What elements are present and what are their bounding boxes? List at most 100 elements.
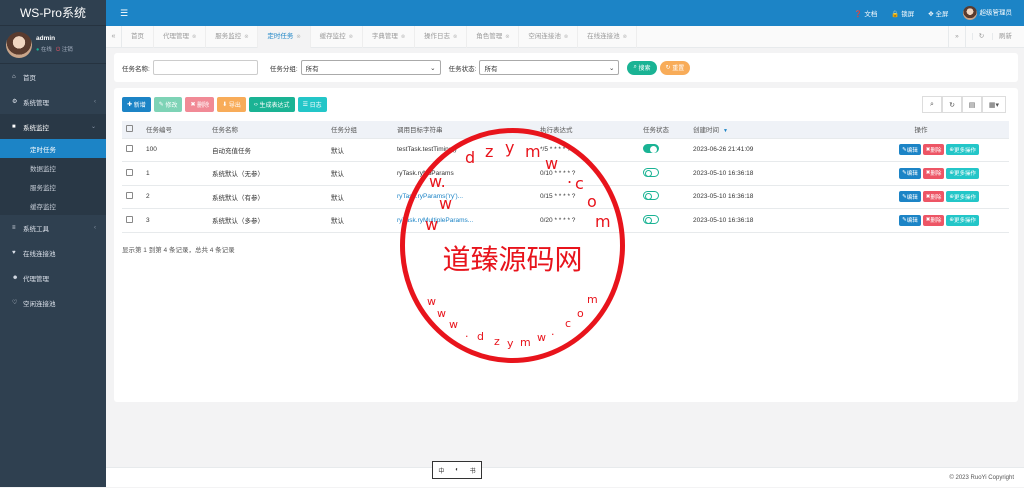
status-toggle[interactable] [643, 144, 659, 154]
close-icon[interactable]: ⊗ [401, 34, 405, 40]
avatar[interactable] [6, 31, 32, 58]
close-icon[interactable]: ⊗ [505, 34, 509, 40]
sort-desc-icon: ▼ [723, 128, 728, 135]
close-icon[interactable]: ⊗ [623, 34, 627, 40]
sidebar-item-service-monitor[interactable]: 服务监控 [0, 177, 106, 196]
row-edit-button[interactable]: ✎ 编辑 [899, 167, 921, 179]
search-button[interactable]: ⌕ 搜索 [627, 60, 657, 75]
row-more-button[interactable]: ⊕ 更多操作 [946, 144, 979, 156]
close-icon[interactable]: ⊗ [296, 34, 300, 40]
add-button[interactable]: ✚ 新增 [122, 97, 151, 112]
close-icon[interactable]: ⊗ [453, 34, 457, 40]
col-invoke-target[interactable]: 调用目标字符串 [393, 121, 536, 139]
docs-link[interactable]: ❓ 文档 [854, 8, 877, 18]
sidebar-item-idle-connect[interactable]: ♡ 空闲连接池 [0, 290, 106, 315]
reset-button[interactable]: ↻ 重置 [659, 60, 691, 75]
tab-proxy-manage[interactable]: 代理管理 ⊗ [154, 25, 207, 48]
online-status: ● 在线 [36, 47, 52, 53]
tab-role-manage[interactable]: 角色管理 ⊗ [467, 25, 520, 48]
sidebar-item-online-connect[interactable]: ♥ 在线连接池 [0, 240, 106, 265]
row-delete-button[interactable]: ✖ 删除 [922, 167, 945, 179]
topbar-actions: ❓ 文档 🔒 锁屏 ✥ 全屏 超级管理员 [854, 6, 1012, 20]
table-row[interactable]: 100 自动充值任务 默认 testTask.testTiming() */5 … [122, 138, 1009, 162]
sidebar-item-data-monitor[interactable]: 数据监控 [0, 158, 106, 177]
close-icon[interactable]: ⊗ [192, 34, 196, 40]
tab-operation-log[interactable]: 操作日志 ⊗ [415, 25, 468, 48]
log-button[interactable]: ☰ 日志 [297, 97, 327, 112]
row-more-button[interactable]: ⊕ 更多操作 [946, 191, 979, 203]
sidebar-item-system-manage[interactable]: ⚙ 系统管理 ‹ [0, 89, 106, 114]
sidebar-item-scheduled-task[interactable]: 定时任务 [0, 139, 106, 158]
refresh-icon[interactable]: ↻ [942, 96, 962, 113]
task-status-cell [639, 161, 689, 186]
row-checkbox[interactable] [126, 215, 133, 223]
row-edit-button[interactable]: ✎ 编辑 [899, 191, 921, 203]
fullscreen-link[interactable]: ✥ 全屏 [928, 8, 948, 18]
close-icon[interactable]: ⊗ [564, 34, 568, 40]
row-delete-button[interactable]: ✖ 删除 [922, 214, 945, 226]
lock-screen-link[interactable]: 🔒 锁屏 [891, 8, 914, 18]
invoke-target[interactable]: ryTask.ryParams('ry')... [393, 185, 536, 209]
row-edit-button[interactable]: ✎ 编辑 [899, 144, 921, 156]
generate-cron-button[interactable]: ‹› 生成表达式 [248, 97, 295, 112]
row-checkbox[interactable] [126, 145, 133, 153]
delete-button[interactable]: ✖ 删除 [185, 97, 215, 112]
row-edit-button[interactable]: ✎ 编辑 [899, 214, 921, 226]
status-toggle[interactable] [643, 214, 659, 224]
cron-expression: */5 * * * * ? [536, 138, 639, 162]
row-more-button[interactable]: ⊕ 更多操作 [946, 214, 979, 226]
col-task-status[interactable]: 任务状态 [639, 121, 689, 139]
search-icon[interactable]: ⌕ [922, 96, 942, 113]
menu-toggle-icon[interactable]: ☰ [120, 8, 128, 19]
tab-online-connect[interactable]: 在线连接池 ⊗ [578, 25, 637, 48]
tabs-scroll-right-icon[interactable]: » [948, 26, 965, 48]
tab-home[interactable]: 首页 [122, 25, 154, 48]
toggle-view-icon[interactable]: ▤ [962, 96, 982, 113]
tab-cache-monitor[interactable]: 缓存监控 ⊗ [311, 25, 363, 48]
sidebar-item-system-tools[interactable]: ≡ 系统工具 ‹ [0, 215, 106, 240]
sidebar-item-home[interactable]: ⌂ 首页 [0, 64, 106, 89]
tab-scheduled-task[interactable]: 定时任务 ⊗ [258, 25, 311, 48]
sidebar-item-proxy-manage[interactable]: ☻ 代理管理 [0, 265, 106, 290]
logout-link[interactable]: ⏻ 注销 [56, 45, 73, 54]
topbar: ☰ ❓ 文档 🔒 锁屏 ✥ 全屏 超级管理员 [106, 0, 1024, 26]
tabs-scroll-left-icon[interactable]: « [106, 25, 122, 48]
account-menu[interactable]: 超级管理员 [962, 6, 1012, 20]
row-delete-button[interactable]: ✖ 删除 [922, 191, 945, 203]
sidebar-item-cache-monitor[interactable]: 缓存监控 [0, 196, 106, 215]
row-delete-button[interactable]: ✖ 删除 [922, 144, 945, 156]
sidebar-item-system-monitor[interactable]: ■ 系统监控 ⌄ [0, 114, 106, 139]
task-status-select[interactable]: 所有 ⌄ [479, 60, 620, 75]
col-task-id[interactable]: 任务编号 [142, 121, 208, 139]
task-name-input[interactable] [152, 60, 258, 75]
app-title[interactable]: WS-Pro系统 [0, 0, 106, 26]
columns-icon[interactable]: ▦▾ [982, 96, 1006, 113]
user-info: admin ● 在线 ⏻ 注销 [36, 35, 73, 54]
col-task-group[interactable]: 任务分组 [327, 121, 393, 139]
close-icon[interactable]: ⊗ [349, 34, 353, 40]
row-checkbox[interactable] [126, 168, 133, 176]
tab-dict-manage[interactable]: 字典管理 ⊗ [363, 25, 416, 48]
row-more-button[interactable]: ⊕ 更多操作 [946, 167, 979, 179]
table-row[interactable]: 2 系统默认（有参） 默认 ryTask.ryParams('ry')... 0… [122, 185, 1009, 209]
table-row[interactable]: 1 系统默认（无参） 默认 ryTask.ryNoParams 0/10 * *… [122, 161, 1009, 186]
logout-icon: ⏻ [55, 47, 61, 53]
status-toggle[interactable] [643, 167, 659, 177]
tab-idle-connect[interactable]: 空闲连接池 ⊗ [519, 25, 579, 48]
close-icon[interactable]: ⊗ [244, 34, 248, 40]
col-created-time[interactable]: 创建时间 ▼ [689, 121, 829, 139]
tab-service-monitor[interactable]: 服务监控 ⊗ [206, 25, 259, 48]
task-table-card: ✚ 新增 ✎ 修改 ✖ 删除 ⬇ 导出 ‹› 生成表达式 ☰ 日志 ⌕ ↻ ▤ … [114, 88, 1018, 402]
export-button[interactable]: ⬇ 导出 [217, 97, 246, 112]
table-row[interactable]: 3 系统默认（多参） 默认 ryTask.ryMultipleParams...… [122, 208, 1009, 233]
invoke-target[interactable]: ryTask.ryMultipleParams... [393, 208, 536, 233]
col-task-name[interactable]: 任务名称 [208, 121, 327, 139]
status-toggle[interactable] [643, 191, 659, 201]
task-group-select[interactable]: 所有 ⌄ [300, 60, 441, 75]
edit-button[interactable]: ✎ 修改 [153, 97, 183, 112]
chevron-down-icon: ⌄ [608, 64, 615, 72]
select-all-checkbox[interactable] [126, 124, 133, 132]
col-cron-expression[interactable]: 执行表达式 [536, 121, 639, 139]
row-checkbox[interactable] [126, 192, 133, 200]
refresh-tab-button[interactable]: ↻ 刷新 [964, 26, 1024, 48]
